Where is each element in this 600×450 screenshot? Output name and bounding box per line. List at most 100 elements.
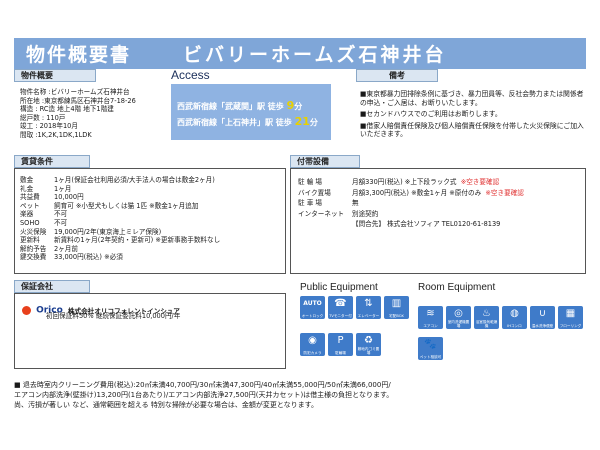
guarantor-note: 初回保証料50% 継続保証委託料10,000円/年 xyxy=(46,312,181,320)
pet-allowed-icon: 🐾 ペット相談可 xyxy=(418,337,443,360)
icon-glyph: ☎ xyxy=(334,298,347,309)
icon-glyph: ∪ xyxy=(538,308,547,319)
icon-caption: エレベーター xyxy=(357,314,380,318)
condition-value: 1ヶ月(保証会社利用必須/大手法人の場合は敷金2ヶ月) xyxy=(54,176,215,184)
facility-key: インターネット xyxy=(298,209,345,218)
facilities-label: 付帯設備 xyxy=(290,155,360,168)
icon-glyph: P xyxy=(337,335,344,346)
icon-caption: 敷地内ゴミ置場 xyxy=(357,347,380,355)
condition-row: 敷金 1ヶ月(保証会社利用必須/大手法人の場合は敷金2ヶ月) xyxy=(20,176,282,185)
title-banner: 物件概要書 ビバリーホームズ石神井台 xyxy=(14,38,586,69)
facilities-list: 駐 輪 場 月額330円(税込) ※上下段ラック式 ※空き要確認 バイク置場 月額3… xyxy=(298,178,582,229)
bicycle-parking-icon: P 駐輪場 xyxy=(328,333,353,356)
icon-glyph: ⇅ xyxy=(364,298,373,309)
facility-value: 別途契約 xyxy=(352,209,379,218)
remarks-label: 備考 xyxy=(356,69,438,82)
icon-caption: 防犯カメラ xyxy=(303,351,322,355)
condition-value: 1ヶ月 xyxy=(54,184,72,193)
facility-row: 駐 車 場無 xyxy=(298,199,582,208)
access-route: 西武新宿線「上石神井」駅 徒歩 21分 xyxy=(177,114,331,130)
conditions-label: 賃貸条件 xyxy=(14,155,90,168)
overview-line: 構造 : RC造 地上4階 地下1階建 xyxy=(20,105,114,114)
facility-key xyxy=(298,220,352,229)
icon-caption: エアコン xyxy=(423,324,438,328)
ih-stove-icon: ◍ IHコンロ xyxy=(502,306,527,329)
condition-value: 飼育可 ※小型犬もしくは猫 1匹 ※敷金1ヶ月追加 xyxy=(54,201,199,210)
icon-caption: IHコンロ xyxy=(507,324,522,328)
overview-line: 所在地 :東京都練馬区石神井台7-18-26 xyxy=(20,96,136,105)
facility-value: 月額3,300円(税込) ※敷金1ヶ月 ※原付のみ xyxy=(352,188,482,197)
icon-glyph: 🐾 xyxy=(424,339,437,350)
delivery-box-icon: ▥ 宅配BOX xyxy=(384,296,409,319)
icon-caption: ペット相談可 xyxy=(419,355,442,359)
icon-glyph: AUTO xyxy=(303,300,322,307)
facility-key: 駐 輪 場 xyxy=(298,178,322,186)
overview-label: 物件概要 xyxy=(14,69,96,82)
facility-value: 無 xyxy=(352,199,359,208)
overview-line: 物件名称 :ビバリーホームズ石神井台 xyxy=(20,88,130,96)
garbage-station-icon: ♻ 敷地内ゴミ置場 xyxy=(356,333,381,356)
footer-line: 尚、汚損が著しい など、通常範囲を超える 特別な掃除が必要な場合は、金額が変更と… xyxy=(14,401,318,409)
washlet-icon: ∪ 温水洗浄便座 xyxy=(530,306,555,329)
condition-value: 19,000円/2年(東京海上ミレア保険) xyxy=(54,227,162,236)
washing-space-icon: ◎ 室内洗濯機置場 xyxy=(446,306,471,329)
condition-row: SOHO 不可 xyxy=(20,219,282,228)
facility-row: インターネット 別途契約 xyxy=(298,210,582,219)
condition-key: 楽器 xyxy=(20,210,34,219)
condition-value: 33,000円(税込) ※必須 xyxy=(54,253,123,262)
property-name: ビバリーホームズ石神井台 xyxy=(183,44,447,66)
elevator-icon: ⇅ エレベーター xyxy=(356,296,381,319)
remark-item: ■借家人賠償責任保険及び個人賠償責任保険を付帯した火災保険にご加入いただきます。 xyxy=(360,121,584,139)
room-equipment-title: Room Equipment xyxy=(418,282,496,293)
facility-value: 月額330円(税込) ※上下段ラック式 xyxy=(352,178,457,186)
remark-item: ■セカンドハウスでのご利用はお断りします。 xyxy=(360,110,502,119)
footer-notes: ■ 退去時室内クリーニング費用(税込):20㎡未満40,700円/30㎡未満47… xyxy=(14,380,594,410)
route-line: 西武新宿線「武蔵関」駅 xyxy=(177,102,265,111)
condition-value: 不可 xyxy=(54,210,68,219)
icon-caption: 室内洗濯機置場 xyxy=(447,320,470,328)
condition-row: 共益費 10,000円 xyxy=(20,193,282,202)
condition-value: 新賃料の1ヶ月(2年契約・更新可) ※更新事務手数料なし xyxy=(54,236,221,245)
condition-row: 火災保険 19,000円/2年(東京海上ミレア保険) xyxy=(20,228,282,237)
icon-caption: 温水洗浄便座 xyxy=(531,324,554,328)
conditions-list: 敷金 1ヶ月(保証会社利用必須/大手法人の場合は敷金2ヶ月) 礼金 1ヶ月 共益費 1… xyxy=(20,176,282,262)
bathroom-dryer-icon: ♨ 浴室換気乾燥機 xyxy=(474,306,499,329)
facility-note: ※空き要確認 xyxy=(460,178,500,186)
overview-line: 間取 :1K,2K,1DK,1LDK xyxy=(20,130,92,139)
public-equipment-title: Public Equipment xyxy=(300,282,378,293)
condition-row: 楽器 不可 xyxy=(20,210,282,219)
condition-key: 共益費 xyxy=(20,193,40,202)
footer-line: エアコン内部洗浄(壁掛け)13,200円(1台あたり)/エアコン内部洗浄27,5… xyxy=(14,391,394,399)
overview-details: 物件名称 :ビバリーホームズ石神井台 所在地 :東京都練馬区石神井台7-18-2… xyxy=(20,88,170,140)
icon-glyph: ≋ xyxy=(426,308,435,319)
condition-key: 礼金 xyxy=(20,184,34,193)
facility-key: バイク置場 xyxy=(298,188,331,197)
icon-caption: 宅配BOX xyxy=(389,314,404,318)
condition-value: 10,000円 xyxy=(54,193,84,202)
condition-key: 火災保険 xyxy=(20,227,47,236)
route-unit: 分 xyxy=(309,118,318,127)
icon-glyph: ▥ xyxy=(391,298,402,309)
remarks-list: ■東京都暴力団排除条例に基づき、暴力団員等、反社会勢力または関係者の申込・ご入居… xyxy=(360,90,585,142)
icon-glyph: ◉ xyxy=(308,335,317,346)
facility-value: 【問合先】 株式会社ソフィア TEL0120-61-8139 xyxy=(352,220,501,229)
icon-caption: オートロック xyxy=(301,314,324,318)
condition-row: 鍵交換費 33,000円(税込) ※必須 xyxy=(20,253,282,262)
route-line: 西武新宿線「上石神井」駅 xyxy=(177,118,273,127)
facility-row: 駐 輪 場 月額330円(税込) ※上下段ラック式 ※空き要確認 xyxy=(298,178,582,187)
footer-line: ■ 退去時室内クリーニング費用(税込):20㎡未満40,700円/30㎡未満47… xyxy=(14,381,391,389)
air-conditioner-icon: ≋ エアコン xyxy=(418,306,443,329)
condition-value: 不可 xyxy=(54,218,68,227)
condition-key: 鍵交換費 xyxy=(20,253,47,262)
facility-row: 【問合先】 株式会社ソフィア TEL0120-61-8139 xyxy=(298,220,582,229)
condition-row: 更新料 新賃料の1ヶ月(2年契約・更新可) ※更新事務手数料なし xyxy=(20,236,282,245)
route-walk: 徒歩 xyxy=(275,118,292,127)
condition-key: 更新料 xyxy=(20,236,40,245)
condition-row: 礼金 1ヶ月 xyxy=(20,185,282,194)
icon-caption: 駐輪場 xyxy=(335,351,346,355)
access-box: 西武新宿線「武蔵関」駅 徒歩 9分 西武新宿線「上石神井」駅 徒歩 21分 xyxy=(171,84,331,140)
route-minutes: 21 xyxy=(294,115,310,128)
icon-glyph: ◍ xyxy=(510,308,519,319)
access-title: Access xyxy=(171,68,210,82)
facility-row: バイク置場 月額3,300円(税込) ※敷金1ヶ月 ※原付のみ ※空き要確認 xyxy=(298,189,582,198)
